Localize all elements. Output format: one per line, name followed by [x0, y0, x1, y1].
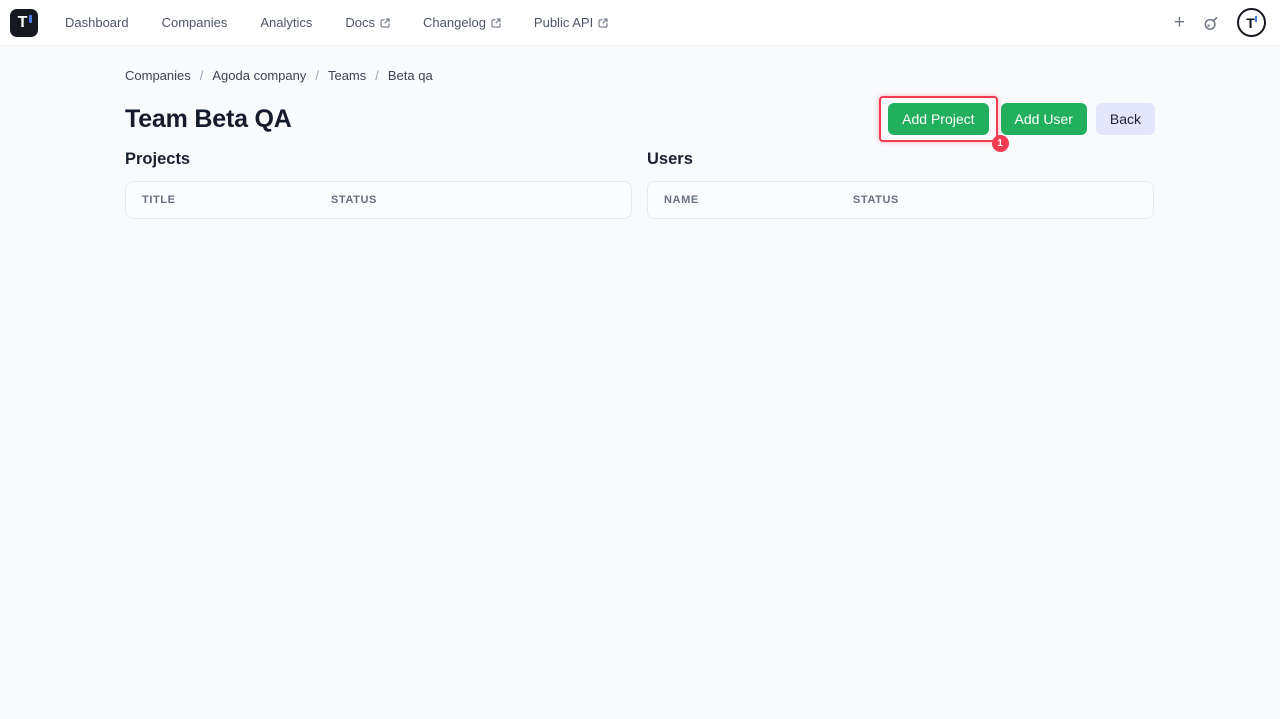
breadcrumb-separator: /: [199, 68, 204, 83]
nav-public-api-label: Public API: [533, 15, 594, 30]
projects-column-status: STATUS: [331, 194, 377, 206]
breadcrumb-companies[interactable]: Companies: [125, 68, 191, 83]
nav-docs-label: Docs: [345, 15, 376, 30]
account-avatar-accent: [1254, 16, 1257, 22]
add-new-button[interactable]: +: [1174, 13, 1185, 32]
nav-changelog-label: Changelog: [423, 15, 486, 30]
breadcrumb-beta-qa: Beta qa: [387, 68, 433, 83]
users-section: Users NAME STATUS: [647, 150, 1154, 219]
nav-public-api[interactable]: Public API: [534, 15, 608, 30]
external-link-icon: [491, 17, 501, 28]
external-link-icon: [598, 17, 608, 28]
add-project-button[interactable]: Add Project: [888, 103, 989, 135]
page-actions: Add Project 1 Add User Back: [879, 96, 1155, 152]
projects-column-title: TITLE: [142, 194, 176, 206]
add-user-button[interactable]: Add User: [1000, 103, 1087, 135]
top-navbar: T Dashboard Companies Analytics Docs Cha…: [0, 0, 1280, 46]
breadcrumb-agoda-company[interactable]: Agoda company: [212, 68, 306, 83]
projects-section: Projects TITLE STATUS: [125, 150, 632, 219]
page-title: Team Beta QA: [125, 104, 292, 133]
breadcrumb-teams[interactable]: Teams: [328, 68, 366, 83]
content-columns: Projects TITLE STATUS Users NAME STATUS: [125, 150, 1155, 219]
users-heading: Users: [647, 150, 693, 168]
users-table: NAME STATUS: [647, 181, 1154, 219]
app-logo[interactable]: T: [10, 8, 38, 37]
account-avatar-letter: T: [1246, 14, 1255, 31]
annotation-step-badge: 1: [991, 135, 1009, 152]
users-column-name: NAME: [664, 194, 699, 206]
nav-companies[interactable]: Companies: [162, 15, 228, 30]
breadcrumb: Companies / Agoda company / Teams / Beta…: [125, 68, 1155, 83]
account-avatar[interactable]: T: [1237, 8, 1266, 37]
support-icon[interactable]: [1202, 14, 1220, 32]
navbar-right-tools: + T: [1174, 8, 1266, 37]
app-logo-accent: [29, 14, 32, 23]
back-button[interactable]: Back: [1095, 103, 1155, 135]
breadcrumb-separator: /: [375, 68, 379, 83]
main-content: Companies / Agoda company / Teams / Beta…: [125, 46, 1155, 219]
app-logo-letter: T: [17, 13, 28, 31]
nav-dashboard[interactable]: Dashboard: [65, 15, 129, 30]
nav-changelog[interactable]: Changelog: [423, 15, 501, 30]
breadcrumb-separator: /: [315, 68, 319, 83]
nav-analytics[interactable]: Analytics: [260, 15, 312, 30]
users-column-status: STATUS: [853, 194, 899, 206]
nav-docs[interactable]: Docs: [345, 15, 390, 30]
projects-heading: Projects: [125, 150, 191, 168]
annotation-highlight-box: Add Project 1: [879, 96, 1009, 152]
external-link-icon: [380, 17, 390, 28]
main-nav: Dashboard Companies Analytics Docs Chang…: [65, 15, 608, 30]
page-header: Team Beta QA Add Project 1 Add User Back: [125, 96, 1155, 152]
projects-table: TITLE STATUS: [125, 181, 632, 219]
